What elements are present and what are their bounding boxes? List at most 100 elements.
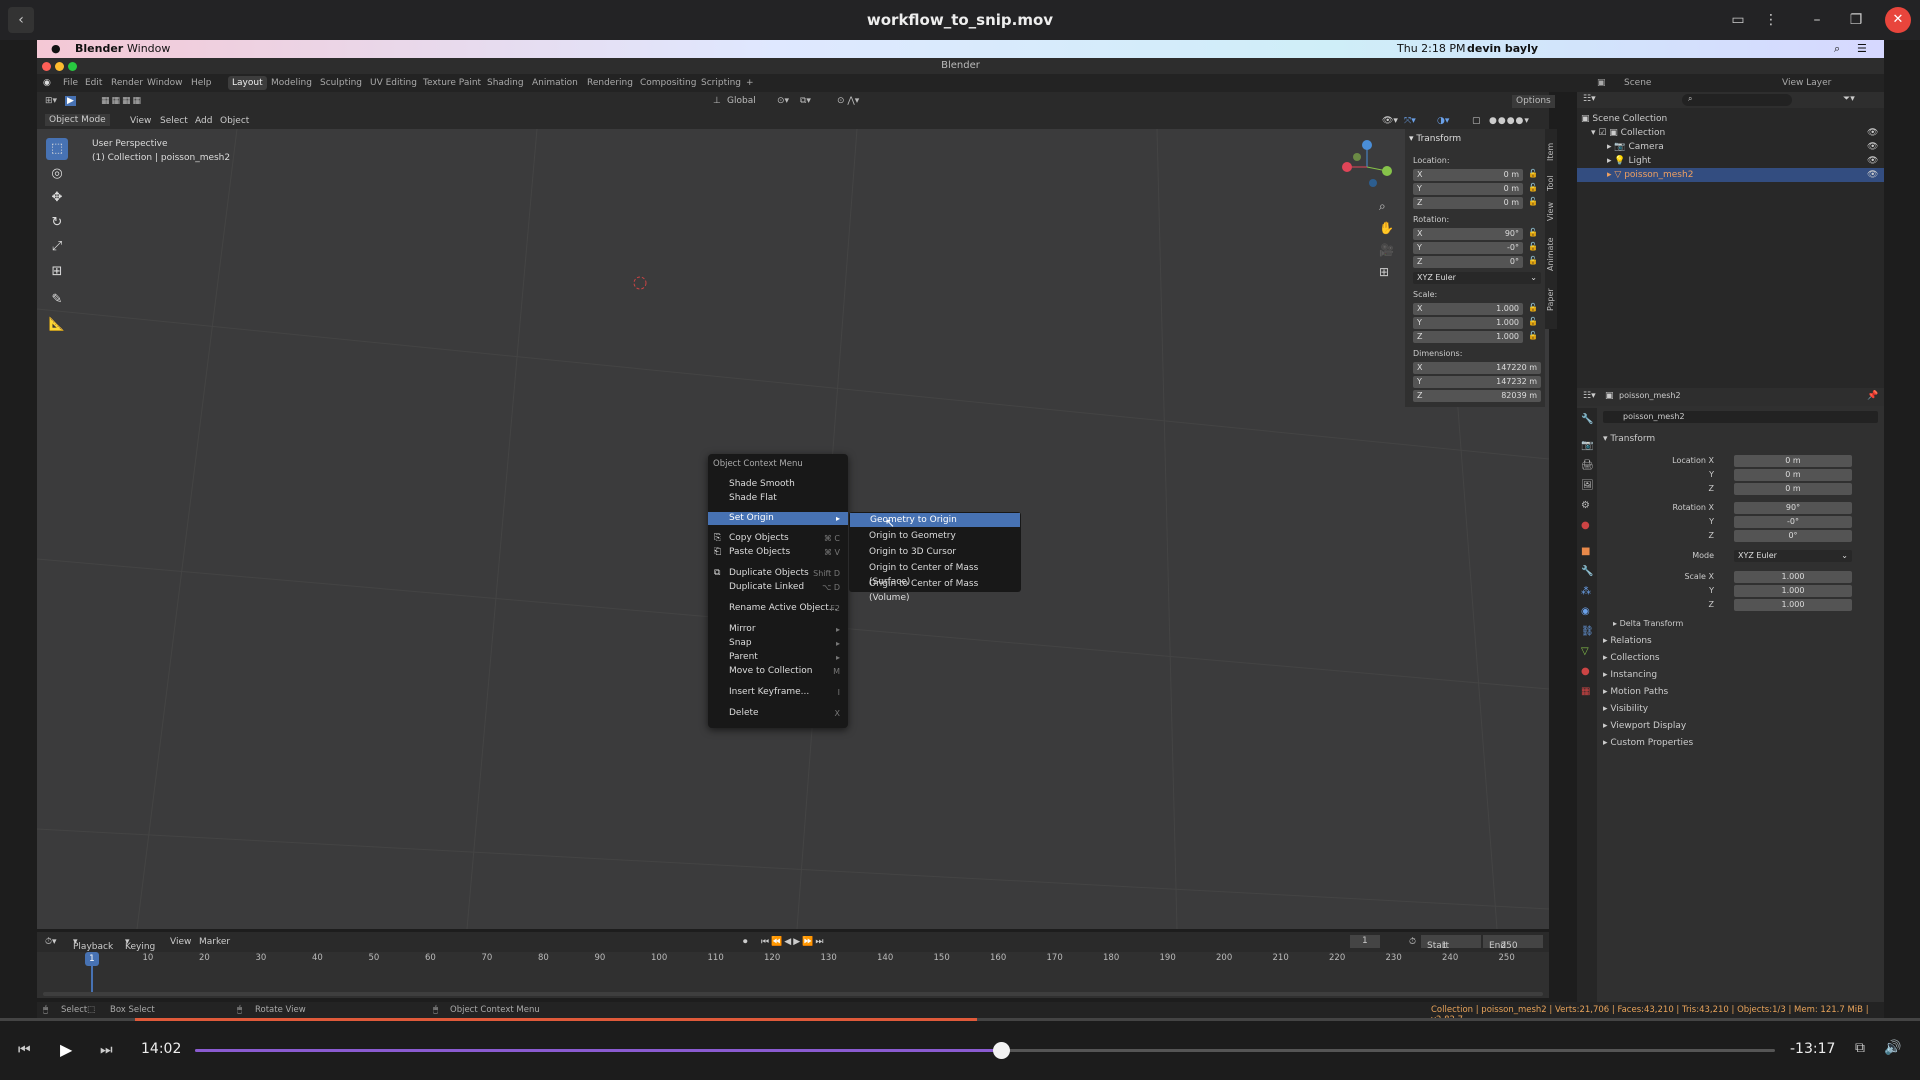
tab-animate[interactable]: Animate <box>1546 237 1555 271</box>
overlay-toggle-icon[interactable]: ◑▾ <box>1437 116 1449 126</box>
xray-icon[interactable]: ▢ <box>1472 116 1481 126</box>
menu-move-to-collection[interactable]: Move to Collection M <box>708 665 848 678</box>
rotation-mode-dropdown[interactable]: XYZ Euler ⌄ <box>1413 272 1541 284</box>
cursor-tool-icon[interactable]: ◎ <box>46 163 68 185</box>
annotate-tool-icon[interactable]: ✎ <box>46 289 68 311</box>
cast-icon[interactable]: ▭ <box>1726 8 1750 32</box>
proportional-edit-icon[interactable]: ⊙ ⋀▾ <box>837 96 859 106</box>
world-tab-icon[interactable]: ● <box>1581 520 1590 531</box>
seek-handle[interactable] <box>992 1042 1010 1059</box>
menu-keying[interactable]: Keying ▾ <box>125 937 155 952</box>
lock-icon[interactable]: 🔓 <box>1528 197 1538 206</box>
menu-delete[interactable]: Delete X <box>708 707 848 720</box>
close-icon[interactable]: ✕ <box>1885 7 1911 33</box>
menu-geometry-to-origin[interactable]: Geometry to Origin <box>850 513 1020 527</box>
tab-modeling[interactable]: Modeling <box>271 78 312 88</box>
ortho-toggle-icon[interactable]: ⊞ <box>1379 265 1389 279</box>
particles-tab-icon[interactable]: ⁂ <box>1581 586 1591 597</box>
tab-paper[interactable]: Paper <box>1546 288 1555 311</box>
orientation-dropdown[interactable]: Global <box>727 96 756 106</box>
options-dropdown[interactable]: Options <box>1512 95 1555 108</box>
skip-back-icon[interactable]: ⏮ <box>18 1042 31 1058</box>
control-center-icon[interactable]: ☰ <box>1857 42 1867 55</box>
menu-add[interactable]: Add <box>195 116 212 126</box>
view-layer-selector[interactable]: View Layer <box>1782 78 1831 88</box>
tab-rendering[interactable]: Rendering <box>587 78 633 88</box>
display-mode-icon[interactable]: ☷▾ <box>1583 94 1596 104</box>
prop-scale-y[interactable]: 1.000 <box>1734 585 1852 597</box>
lock-icon[interactable]: 🔓 <box>1528 331 1538 340</box>
snap-icon[interactable]: ⧉▾ <box>800 96 811 106</box>
maximize-icon[interactable]: ❐ <box>1844 8 1868 32</box>
tab-item[interactable]: Item <box>1546 143 1555 161</box>
visibility-eye-icon[interactable]: 👁 <box>1867 140 1878 154</box>
mac-window-menu[interactable]: Window <box>127 42 170 55</box>
output-tab-icon[interactable]: 🖨 <box>1581 460 1594 471</box>
pip-icon[interactable]: ⧉ <box>1855 1040 1865 1056</box>
select-mode-icon[interactable]: ▶ <box>65 96 76 106</box>
prop-location-z[interactable]: 0 m <box>1734 483 1852 495</box>
constraints-tab-icon[interactable]: ⛓ <box>1581 626 1594 637</box>
relations-section[interactable]: ▸ Relations <box>1603 636 1652 646</box>
mode-dropdown[interactable]: Object Mode <box>45 114 110 126</box>
timeline-ruler[interactable]: 1 10 20 30 40 50 60 70 80 90 100 110 120 130 140 150 16… <box>37 952 1549 998</box>
shading-modes-icons[interactable]: ●●●●▾ <box>1489 116 1530 126</box>
scene-tab-icon[interactable]: ⚙ <box>1581 500 1590 511</box>
tab-animation[interactable]: Animation <box>532 78 578 88</box>
lock-icon[interactable]: 🔓 <box>1528 256 1538 265</box>
transform-section-header[interactable]: ▾ Transform <box>1603 434 1655 444</box>
prop-rotation-x[interactable]: 90° <box>1734 502 1852 514</box>
menu-shade-flat[interactable]: Shade Flat <box>708 492 848 505</box>
menu-marker[interactable]: Marker <box>199 937 230 947</box>
menu-duplicate-linked[interactable]: Duplicate Linked ⌥ D <box>708 581 848 594</box>
menu-view[interactable]: View <box>130 116 151 126</box>
lock-icon[interactable]: 🔓 <box>1528 169 1538 178</box>
view-object-types-icon[interactable]: 👁▾ <box>1382 116 1398 126</box>
start-frame-field[interactable]: Start 1 <box>1421 935 1481 951</box>
scale-y-field[interactable]: Y 1.000 <box>1413 317 1523 329</box>
physics-tab-icon[interactable]: ◉ <box>1581 606 1590 617</box>
tab-sculpting[interactable]: Sculpting <box>320 78 362 88</box>
current-frame-marker[interactable]: 1 <box>85 952 99 966</box>
rotation-x-field[interactable]: X 90° <box>1413 228 1523 240</box>
menu-object[interactable]: Object <box>220 116 249 126</box>
menu-playback[interactable]: Playback ▾ <box>73 937 113 952</box>
visibility-eye-icon[interactable]: 👁 <box>1867 154 1878 168</box>
more-icon[interactable]: ⋮ <box>1759 8 1783 32</box>
apple-icon[interactable]: ● <box>51 42 61 55</box>
rotate-tool-icon[interactable]: ↻ <box>46 212 68 234</box>
location-z-field[interactable]: Z0 m <box>1413 197 1523 209</box>
outliner-poisson-mesh[interactable]: ▸ ▽ poisson_mesh2 👁 <box>1577 168 1884 182</box>
rotation-y-field[interactable]: Y -0° <box>1413 242 1523 254</box>
menu-rename-active[interactable]: Rename Active Object... F2 <box>708 602 848 615</box>
collections-section[interactable]: ▸ Collections <box>1603 653 1660 663</box>
preview-range-icon[interactable]: ⏱ <box>1409 937 1416 947</box>
tab-uv-editing[interactable]: UV Editing <box>370 78 417 88</box>
scene-selector[interactable]: Scene <box>1624 78 1651 88</box>
menu-timeline-view[interactable]: View <box>170 937 191 947</box>
selection-mode-icons[interactable]: ▦▦▦▦ <box>101 96 143 106</box>
data-tab-icon[interactable]: ▽ <box>1581 646 1589 657</box>
menu-insert-keyframe[interactable]: Insert Keyframe... I <box>708 686 848 699</box>
menu-edit[interactable]: Edit <box>85 78 102 88</box>
select-box-tool-icon[interactable]: ⬚ <box>46 138 68 160</box>
texture-tab-icon[interactable]: ▦ <box>1581 686 1590 697</box>
scale-tool-icon[interactable]: ⤢ <box>46 236 68 258</box>
custom-properties-section[interactable]: ▸ Custom Properties <box>1603 738 1693 748</box>
rotation-z-field[interactable]: Z 0° <box>1413 256 1523 268</box>
menu-help[interactable]: Help <box>191 78 212 88</box>
lock-icon[interactable]: 🔓 <box>1528 242 1538 251</box>
measure-tool-icon[interactable]: 📐 <box>46 314 68 336</box>
outliner-search-input[interactable]: ⌕ <box>1682 94 1792 106</box>
menu-set-origin[interactable]: Set Origin ▸ <box>708 512 848 525</box>
tab-texture-paint[interactable]: Texture Paint <box>423 78 481 88</box>
tab-scripting[interactable]: Scripting <box>701 78 741 88</box>
render-tab-icon[interactable]: 📷 <box>1581 440 1593 451</box>
prop-rotation-z[interactable]: 0° <box>1734 530 1852 542</box>
material-tab-icon[interactable]: ● <box>1581 666 1590 677</box>
dimension-x-field[interactable]: X 147220 m <box>1413 362 1541 374</box>
timeline-editor-icon[interactable]: ⏱▾ <box>45 937 57 947</box>
menu-select[interactable]: Select <box>160 116 188 126</box>
scale-x-field[interactable]: X 1.000 <box>1413 303 1523 315</box>
search-icon[interactable]: ⌕ <box>1834 42 1840 56</box>
